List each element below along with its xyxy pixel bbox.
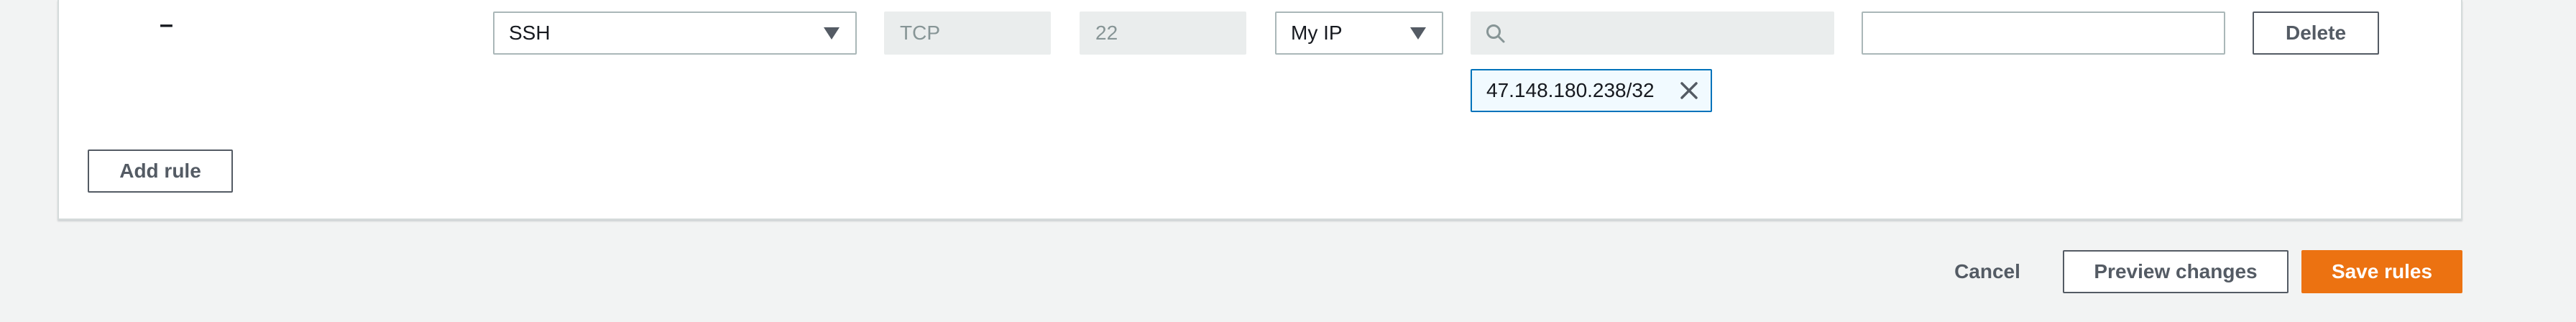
- cidr-token: 47.148.180.238/32: [1471, 69, 1712, 112]
- rule-row-marker: –: [160, 11, 173, 38]
- save-rules-button[interactable]: Save rules: [2301, 250, 2462, 293]
- protocol-field: TCP: [884, 12, 1051, 55]
- cancel-button[interactable]: Cancel: [1933, 250, 2041, 293]
- source-select[interactable]: My IP: [1275, 12, 1443, 55]
- port-range-field: 22: [1080, 12, 1246, 55]
- delete-rule-button[interactable]: Delete: [2253, 12, 2379, 55]
- port-range-value: 22: [1095, 22, 1118, 44]
- cidr-token-label: 47.148.180.238/32: [1486, 79, 1655, 101]
- protocol-value: TCP: [900, 22, 940, 44]
- cidr-search-box: [1471, 12, 1834, 55]
- source-select-value: My IP: [1291, 22, 1343, 44]
- caret-down-icon: [824, 27, 840, 40]
- add-rule-button[interactable]: Add rule: [88, 150, 233, 193]
- type-select-value: SSH: [509, 22, 551, 44]
- caret-down-icon: [1410, 27, 1426, 40]
- search-icon: [1486, 24, 1505, 43]
- cidr-search-input[interactable]: [1514, 21, 1833, 45]
- close-icon[interactable]: [1678, 79, 1701, 102]
- description-input[interactable]: [1862, 12, 2225, 55]
- inbound-rules-panel: – SSH TCP 22 My IP 47.148.180.238/32 Del…: [58, 0, 2462, 220]
- type-select[interactable]: SSH: [493, 12, 857, 55]
- preview-changes-button[interactable]: Preview changes: [2063, 250, 2288, 293]
